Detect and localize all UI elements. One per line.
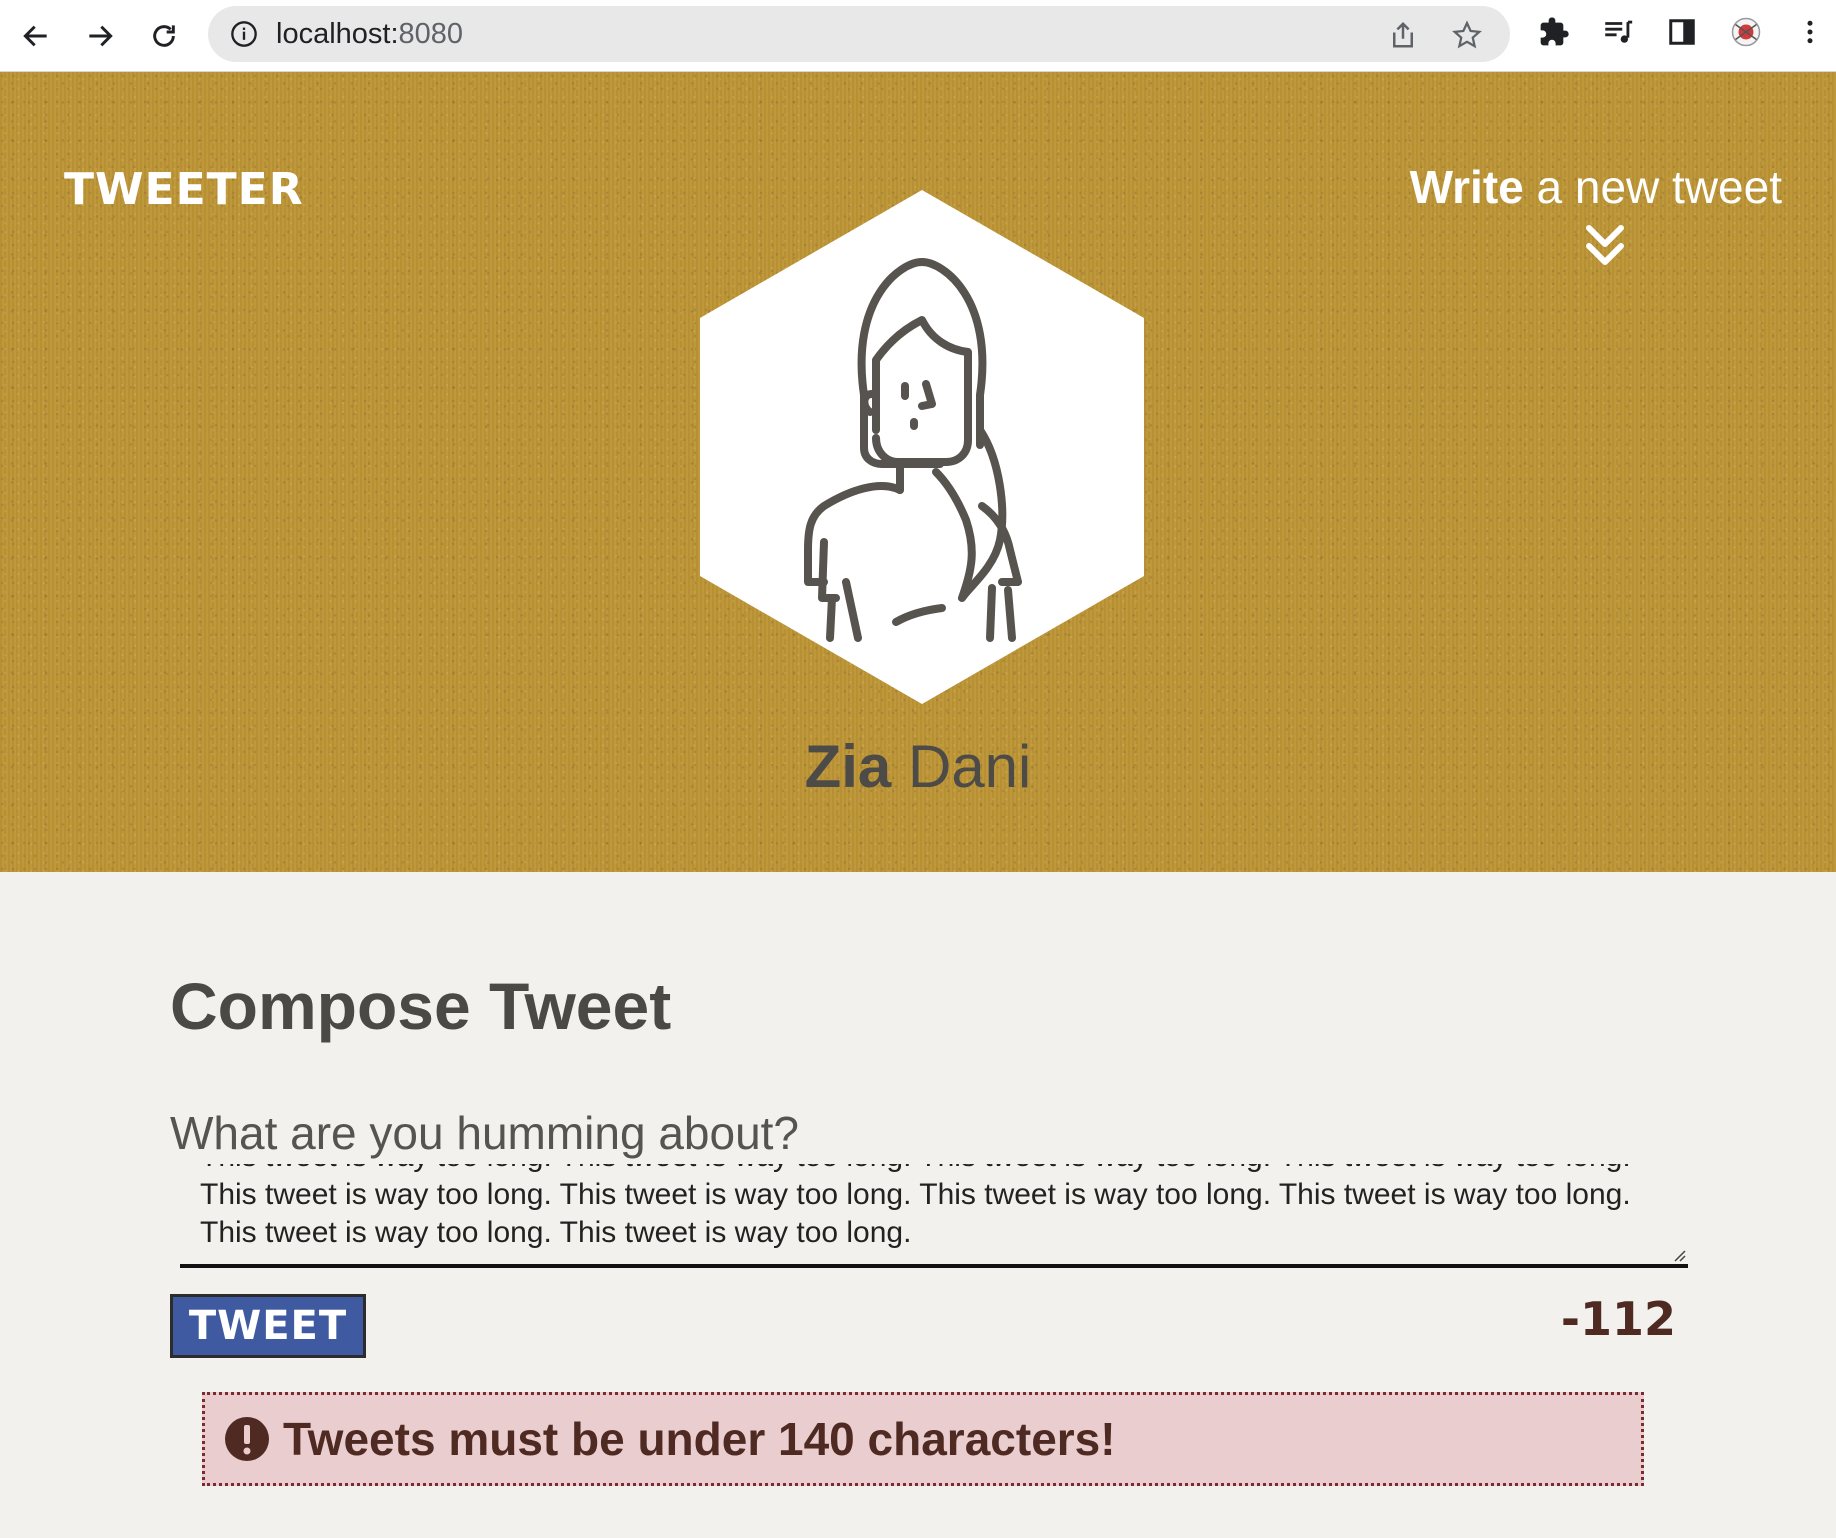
bookmark-star-icon[interactable] <box>1452 20 1482 50</box>
extension-avatar-button[interactable] <box>1728 14 1764 50</box>
error-message-text: Tweets must be under 140 characters! <box>283 1413 1116 1465</box>
tweet-textarea-content[interactable]: This tweet is way too long. This tweet i… <box>200 1164 1660 1252</box>
resize-handle-icon[interactable] <box>1670 1246 1686 1262</box>
share-icon[interactable] <box>1388 20 1418 50</box>
write-new-tweet-link[interactable]: Write a new tweet <box>1410 160 1782 214</box>
reload-icon <box>153 25 175 47</box>
reload-button[interactable] <box>142 14 186 58</box>
browser-toolbar: localhost:8080 <box>0 0 1836 72</box>
double-chevron-down-icon[interactable] <box>1583 222 1627 270</box>
forward-icon <box>89 25 113 47</box>
exclamation-circle-icon <box>225 1417 269 1461</box>
url-text[interactable]: localhost:8080 <box>276 18 463 51</box>
profile-user-name: Zia Dani <box>804 733 1032 800</box>
compose-prompt-label: What are you humming about? <box>170 1107 800 1159</box>
side-panel-icon <box>1669 19 1695 45</box>
info-icon[interactable] <box>230 20 258 48</box>
browser-menu-button[interactable] <box>1792 14 1828 50</box>
forward-button[interactable] <box>78 14 122 58</box>
error-message-box: Tweets must be under 140 characters! <box>202 1392 1644 1486</box>
extension-avatar-icon <box>1731 17 1761 47</box>
tweet-textarea[interactable]: This tweet is way too long. This tweet i… <box>180 1164 1688 1268</box>
brand-logo[interactable]: TWEETER <box>64 164 304 215</box>
kebab-menu-icon <box>1807 20 1813 44</box>
compose-title: Compose Tweet <box>170 969 672 1043</box>
address-bar[interactable]: localhost:8080 <box>208 6 1510 62</box>
media-queue-button[interactable] <box>1600 14 1636 50</box>
user-avatar <box>700 190 1144 704</box>
profile-header: TWEETER Write a new tweet Zia Dani <box>0 72 1836 872</box>
character-counter: -112 <box>1560 1292 1676 1346</box>
back-icon <box>23 25 47 47</box>
media-queue-icon <box>1605 20 1633 43</box>
tweet-submit-button[interactable]: TWEET <box>170 1294 366 1358</box>
extensions-puzzle-icon <box>1540 17 1569 46</box>
back-button[interactable] <box>14 14 58 58</box>
extensions-button[interactable] <box>1536 14 1572 50</box>
side-panel-button[interactable] <box>1664 14 1700 50</box>
